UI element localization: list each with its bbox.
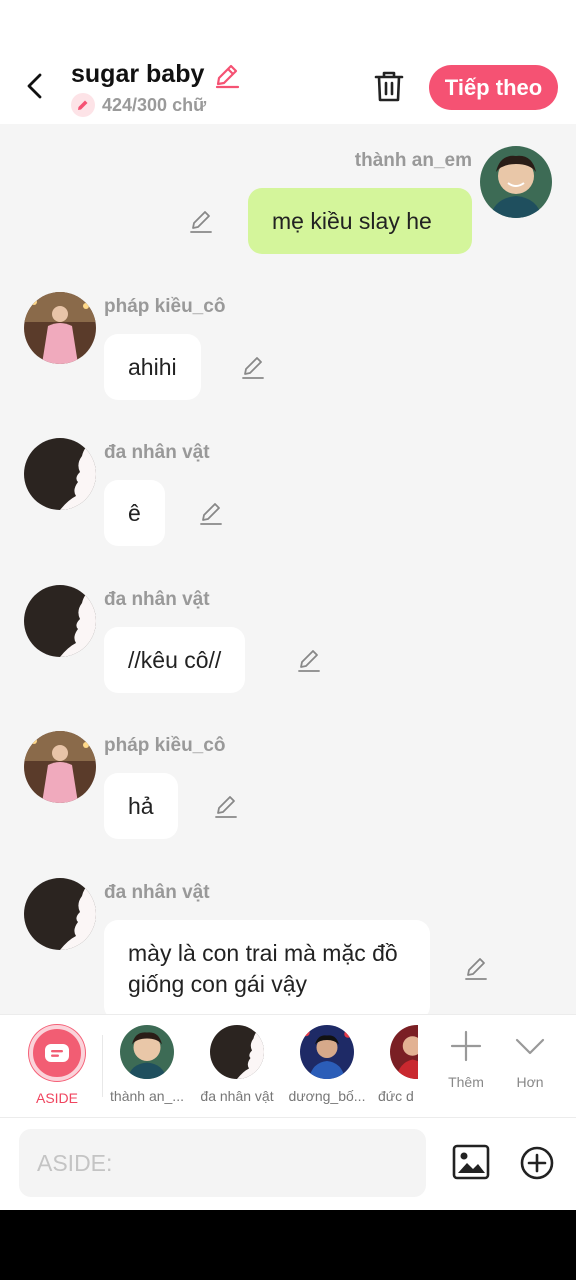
expand-button[interactable]: Hơn (500, 1029, 560, 1090)
character-label: đa nhân vật (200, 1088, 274, 1104)
aside-icon (29, 1025, 85, 1081)
photo-avatar-blue-icon (300, 1025, 354, 1079)
edit-message-icon[interactable] (240, 354, 266, 380)
message-bubble[interactable]: ahihi (104, 334, 201, 400)
story-title-wrap: sugar baby (71, 60, 241, 89)
top-bar: sugar baby 424/300 chữ Tiếp theo (0, 0, 576, 124)
photo-avatar-red-icon (390, 1025, 418, 1079)
image-icon[interactable] (452, 1144, 490, 1180)
character-item[interactable]: đức d (374, 1025, 418, 1104)
silhouette-avatar-icon (210, 1025, 264, 1079)
silhouette-avatar-icon[interactable] (24, 585, 96, 657)
photo-avatar-boy-icon[interactable] (480, 146, 552, 218)
character-item[interactable]: thành an_... (104, 1025, 190, 1104)
message-bubble[interactable]: mày là con trai mà mặc đồ giống con gái … (104, 920, 430, 1014)
message-bubble[interactable]: //kêu cô// (104, 627, 246, 693)
plus-icon (450, 1030, 482, 1062)
edit-message-icon[interactable] (296, 647, 322, 673)
message-bubble[interactable]: mẹ kiều slay he (248, 188, 472, 254)
message-input[interactable] (19, 1129, 426, 1197)
chevron-down-icon (515, 1038, 545, 1055)
sender-name: đa nhân vật (104, 882, 210, 903)
aside-button[interactable]: ASIDE (14, 1025, 100, 1106)
sender-name: đa nhân vật (104, 589, 210, 610)
character-item[interactable]: đa nhân vật (194, 1025, 280, 1104)
next-button[interactable]: Tiếp theo (429, 65, 558, 110)
edit-message-icon[interactable] (198, 500, 224, 526)
sender-name: pháp kiều_cô (104, 735, 226, 756)
photo-avatar-pink-icon[interactable] (24, 292, 96, 364)
divider (102, 1035, 103, 1097)
silhouette-avatar-icon[interactable] (24, 878, 96, 950)
pencil-icon (71, 93, 95, 117)
add-character-button[interactable]: Thêm (436, 1029, 496, 1090)
char-count-row: 424/300 chữ (71, 93, 206, 117)
edit-title-icon[interactable] (213, 61, 241, 89)
chat-area[interactable]: thành an_em mẹ kiều slay he pháp kiều_cô… (0, 124, 576, 1014)
aside-label: ASIDE (35, 1090, 78, 1106)
edit-message-icon[interactable] (463, 955, 489, 981)
character-label: dương_bố... (288, 1088, 366, 1104)
character-label: thành an_... (110, 1088, 184, 1104)
expand-label: Hơn (516, 1074, 544, 1090)
photo-avatar-pink-icon[interactable] (24, 731, 96, 803)
add-circle-icon[interactable] (519, 1145, 555, 1181)
trash-icon[interactable] (372, 68, 406, 104)
message-bubble[interactable]: hả (104, 773, 178, 839)
character-selector: ASIDE thành an_... đa nhân vật dương_bố.… (0, 1014, 576, 1118)
edit-message-icon[interactable] (213, 793, 239, 819)
silhouette-avatar-icon[interactable] (24, 438, 96, 510)
add-character-label: Thêm (448, 1074, 484, 1090)
sender-name: đa nhân vật (104, 442, 210, 463)
message-bubble[interactable]: ê (104, 480, 165, 546)
sender-name: pháp kiều_cô (104, 296, 226, 317)
sender-name: thành an_em (354, 150, 472, 171)
back-arrow-icon[interactable] (20, 70, 52, 102)
character-item[interactable]: dương_bố... (284, 1025, 370, 1104)
system-navigation-bar (0, 1210, 576, 1280)
compose-bar (0, 1118, 576, 1210)
photo-avatar-boy-icon (120, 1025, 174, 1079)
char-count: 424/300 chữ (102, 94, 207, 115)
character-label: đức d (378, 1088, 414, 1104)
edit-message-icon[interactable] (188, 208, 214, 234)
story-title[interactable]: sugar baby (71, 60, 204, 89)
